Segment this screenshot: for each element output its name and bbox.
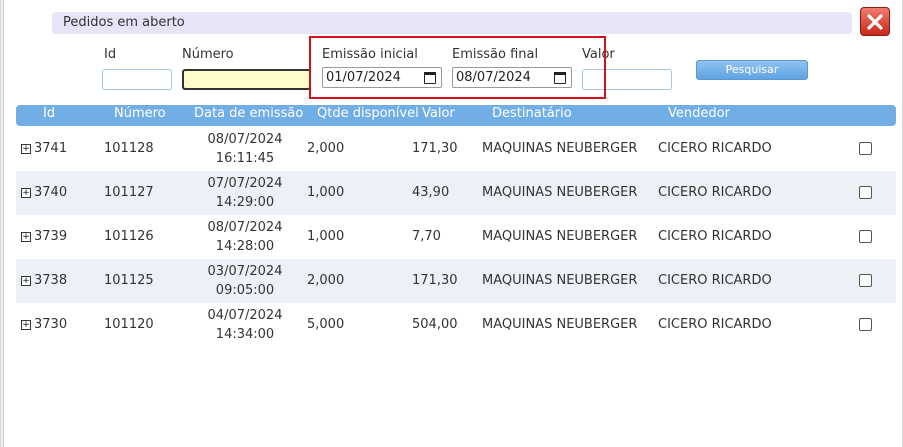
table-row[interactable]: + 3740 101127 07/07/2024 14:29:00 1,000 4…	[16, 171, 896, 215]
cell-date: 04/07/2024	[207, 308, 283, 323]
dialog-window: Pedidos em aberto Id Número Emissão inic…	[0, 0, 903, 447]
search-button[interactable]: Pesquisar	[696, 60, 808, 80]
cell-valor: 171,30	[412, 273, 458, 288]
cell-data: 07/07/2024 14:29:00	[190, 174, 300, 212]
cell-destinatario: MAQUINAS NEUBERGER	[482, 273, 638, 288]
table-row[interactable]: + 3730 101120 04/07/2024 14:34:00 5,000 5…	[16, 303, 896, 347]
cell-valor: 171,30	[412, 141, 458, 156]
table-header: Id Número Data de emissão Qtde disponíve…	[16, 105, 896, 126]
cell-vendedor: CICERO RICARDO	[658, 141, 772, 156]
row-checkbox[interactable]	[859, 274, 872, 287]
col-header-numero: Número	[114, 106, 166, 121]
cell-destinatario: MAQUINAS NEUBERGER	[482, 141, 638, 156]
cell-time: 14:28:00	[215, 239, 275, 254]
cell-vendedor: CICERO RICARDO	[658, 229, 772, 244]
cell-time: 14:29:00	[215, 195, 275, 210]
table-row[interactable]: + 3739 101126 08/07/2024 14:28:00 1,000 7…	[16, 215, 896, 259]
cell-valor: 504,00	[412, 317, 458, 332]
cell-qtde: 2,000	[307, 141, 345, 156]
cell-data: 08/07/2024 14:28:00	[190, 218, 300, 256]
row-checkbox[interactable]	[859, 318, 872, 331]
dialog-title-bar: Pedidos em aberto	[52, 12, 852, 34]
expand-icon[interactable]: +	[21, 320, 31, 330]
col-header-destinatario: Destinatário	[492, 106, 572, 121]
col-header-data: Data de emissão	[194, 106, 304, 121]
cell-numero: 101120	[104, 317, 154, 332]
cell-time: 16:11:45	[215, 151, 275, 166]
cell-qtde: 2,000	[307, 273, 345, 288]
numero-input[interactable]	[182, 69, 311, 90]
col-header-id: Id	[43, 106, 56, 121]
cell-vendedor: CICERO RICARDO	[658, 317, 772, 332]
col-header-vendedor: Vendedor	[668, 106, 730, 121]
col-header-qtde: Qtde disponível	[317, 106, 419, 121]
cell-data: 03/07/2024 09:05:00	[190, 262, 300, 300]
id-input[interactable]	[102, 69, 172, 90]
cell-date: 07/07/2024	[207, 176, 283, 191]
cell-destinatario: MAQUINAS NEUBERGER	[482, 317, 638, 332]
cell-numero: 101128	[104, 141, 154, 156]
cell-id: 3738	[34, 273, 68, 288]
cell-id: 3739	[34, 229, 68, 244]
expand-icon[interactable]: +	[21, 232, 31, 242]
expand-icon[interactable]: +	[21, 188, 31, 198]
cell-vendedor: CICERO RICARDO	[658, 273, 772, 288]
cell-id: 3741	[34, 141, 68, 156]
expand-icon[interactable]: +	[21, 276, 31, 286]
row-checkbox[interactable]	[859, 230, 872, 243]
cell-destinatario: MAQUINAS NEUBERGER	[482, 185, 638, 200]
row-checkbox[interactable]	[859, 142, 872, 155]
id-label: Id	[104, 47, 117, 62]
close-button[interactable]	[860, 7, 890, 36]
cell-time: 14:34:00	[215, 327, 275, 342]
table-row[interactable]: + 3738 101125 03/07/2024 09:05:00 2,000 1…	[16, 259, 896, 303]
cell-data: 08/07/2024 16:11:45	[190, 130, 300, 168]
dialog-title: Pedidos em aberto	[63, 15, 185, 30]
cell-numero: 101127	[104, 185, 154, 200]
cell-qtde: 5,000	[307, 317, 345, 332]
col-header-valor: Valor	[422, 106, 455, 121]
cell-data: 04/07/2024 14:34:00	[190, 306, 300, 344]
cell-date: 08/07/2024	[207, 220, 283, 235]
cell-numero: 101126	[104, 229, 154, 244]
date-range-highlight	[309, 36, 606, 99]
table-row[interactable]: + 3741 101128 08/07/2024 16:11:45 2,000 1…	[16, 127, 896, 171]
window-edge	[1, 0, 4, 447]
cell-id: 3740	[34, 185, 68, 200]
cell-vendedor: CICERO RICARDO	[658, 185, 772, 200]
cell-destinatario: MAQUINAS NEUBERGER	[482, 229, 638, 244]
close-icon	[867, 13, 883, 30]
expand-icon[interactable]: +	[21, 144, 31, 154]
cell-date: 08/07/2024	[207, 132, 283, 147]
cell-date: 03/07/2024	[207, 264, 283, 279]
cell-valor: 43,90	[412, 185, 450, 200]
cell-numero: 101125	[104, 273, 154, 288]
cell-id: 3730	[34, 317, 68, 332]
cell-qtde: 1,000	[307, 229, 345, 244]
numero-label: Número	[182, 47, 234, 62]
cell-time: 09:05:00	[215, 283, 275, 298]
cell-valor: 7,70	[412, 229, 441, 244]
cell-qtde: 1,000	[307, 185, 345, 200]
row-checkbox[interactable]	[859, 186, 872, 199]
